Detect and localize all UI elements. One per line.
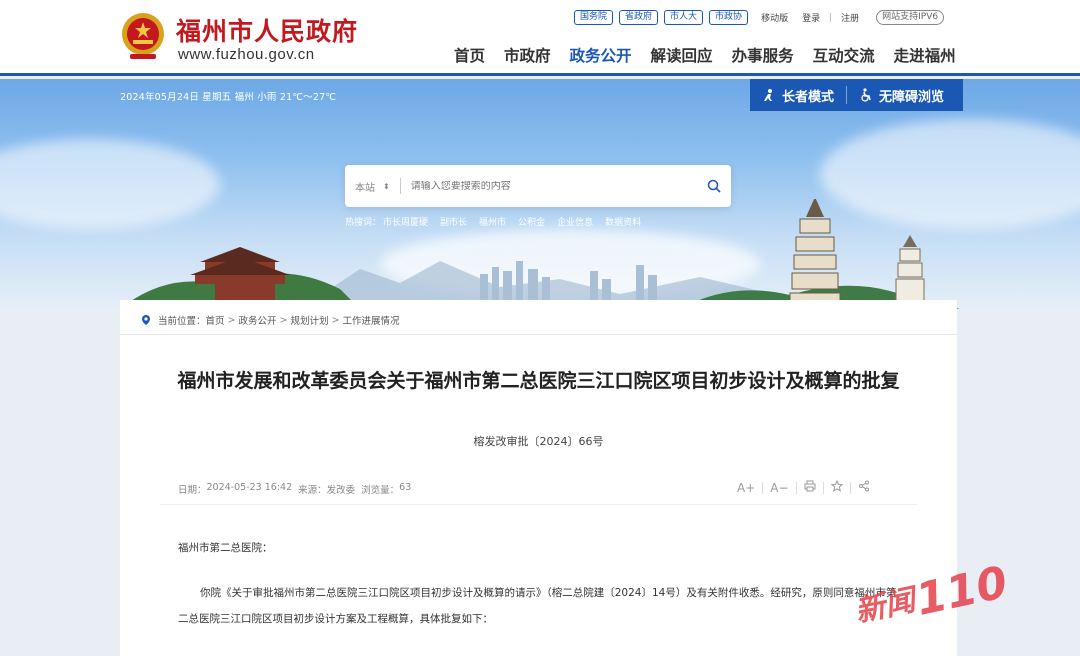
login-link[interactable]: 登录 [802,11,820,24]
link-state-council[interactable]: 国务院 [574,10,614,25]
nav-services[interactable]: 办事服务 [732,44,794,66]
print-button[interactable] [804,480,816,495]
print-icon [804,480,816,492]
article-meta: 日期： 2024-05-23 16:42 来源： 发改委 浏览量： 63 [178,482,417,496]
views-count: 63 [399,482,412,493]
tool-divider [762,481,764,494]
publish-date: 2024-05-23 16:42 [206,482,293,493]
accessible-label: 无障碍浏览 [879,89,945,105]
mobile-version-link[interactable]: 移动版 [761,11,788,24]
svg-text:110: 110 [912,557,1012,626]
link-separator: | [829,12,833,23]
breadcrumb-separator: > [279,314,288,326]
divider [160,504,917,505]
site-url: www.fuzhou.gov.cn [178,46,315,63]
document-number: 榕发改审批〔2024〕66号 [473,435,604,448]
elder-mode-label: 长者模式 [782,89,835,105]
accessible-browse-button[interactable]: 无障碍浏览 [847,86,956,105]
nav-home[interactable]: 首页 [454,44,485,66]
tool-divider [822,481,824,494]
location-pin-icon [142,315,150,325]
source-label: 来源： [298,485,327,496]
banner: 2024年05月24日 星期五 福州 小雨 21℃～27℃ 长者模式 无障碍浏览… [0,79,1080,309]
favorite-button[interactable] [830,479,843,495]
font-increase-button[interactable]: A+ [737,481,755,495]
breadcrumb: 当前位置： 首页 > 政务公开 > 规划计划 > 工作进展情况 [140,313,399,327]
font-decrease-button[interactable]: A− [770,481,788,495]
city-skyline-illustration [120,199,960,309]
nav-city-gov[interactable]: 市政府 [504,44,551,66]
share-button[interactable] [858,480,870,495]
breadcrumb-planning[interactable]: 规划计划 [290,313,328,327]
share-icon [858,480,869,492]
breadcrumb-separator: > [227,314,236,326]
nav-gov-affairs[interactable]: 政务公开 [570,44,632,66]
top-links: 国务院 省政府 市人大 市政协 移动版 登录 | 注册 网站支持IPV6 [574,10,950,25]
search-button[interactable] [697,179,731,193]
breadcrumb-gov-affairs[interactable]: 政务公开 [239,313,277,327]
article-card: 当前位置： 首页 > 政务公开 > 规划计划 > 工作进展情况 福州市发展和改革… [120,300,957,656]
site-name[interactable]: 福州市人民政府 [176,12,358,48]
tool-divider [849,481,851,494]
date-label: 日期： [178,485,207,496]
ipv6-badge: 网站支持IPV6 [876,10,945,25]
register-link[interactable]: 注册 [841,11,859,24]
elder-mode-button[interactable]: 长者模式 [750,86,846,105]
news110-watermark-logo: 新闻 110 [852,557,1012,628]
mode-bar: 长者模式 无障碍浏览 [750,79,963,111]
search-input[interactable] [400,180,697,192]
article-tools: A+ A− [730,479,877,495]
link-provincial-gov[interactable]: 省政府 [619,10,659,25]
breadcrumb-home[interactable]: 首页 [206,313,225,327]
main-nav: 首页 市政府 政务公开 解读回应 办事服务 互动交流 走进福州 [454,44,975,66]
breadcrumb-label: 当前位置： [158,316,206,327]
nav-interpretation[interactable]: 解读回应 [651,44,713,66]
search-icon [707,179,721,193]
breadcrumb-separator: > [331,314,340,326]
views-label: 浏览量： [361,485,400,496]
article-title: 福州市发展和改革委员会关于福州市第二总医院三江口院区项目初步设计及概算的批复 [177,370,900,392]
breadcrumb-progress[interactable]: 工作进展情况 [342,313,399,327]
national-emblem-icon [122,13,164,59]
nav-about-fuzhou[interactable]: 走进福州 [894,44,956,66]
article-body: 你院《关于审批福州市第二总医院三江口院区项目初步设计及概算的请示》（榕二总院建〔… [178,587,897,625]
star-icon [830,479,843,492]
date-weather: 2024年05月24日 星期五 福州 小雨 21℃～27℃ [120,92,337,103]
svg-text:新闻: 新闻 [852,582,922,628]
source-value: 发改委 [326,485,356,496]
tool-divider [795,481,797,494]
nav-interaction[interactable]: 互动交流 [813,44,875,66]
site-header: 福州市人民政府 www.fuzhou.gov.cn 国务院 省政府 市人大 市政… [0,0,1080,76]
chevron-updown-icon: ⬍ [383,181,390,191]
link-city-congress[interactable]: 市人大 [664,10,704,25]
salutation: 福州市第二总医院： [178,542,273,554]
search-scope-label: 本站 [355,182,375,194]
divider [120,334,957,335]
search-scope-select[interactable]: 本站 ⬍ [345,178,401,194]
link-city-cppcc[interactable]: 市政协 [709,10,749,25]
wheelchair-icon [861,88,871,102]
elder-icon [764,89,772,101]
